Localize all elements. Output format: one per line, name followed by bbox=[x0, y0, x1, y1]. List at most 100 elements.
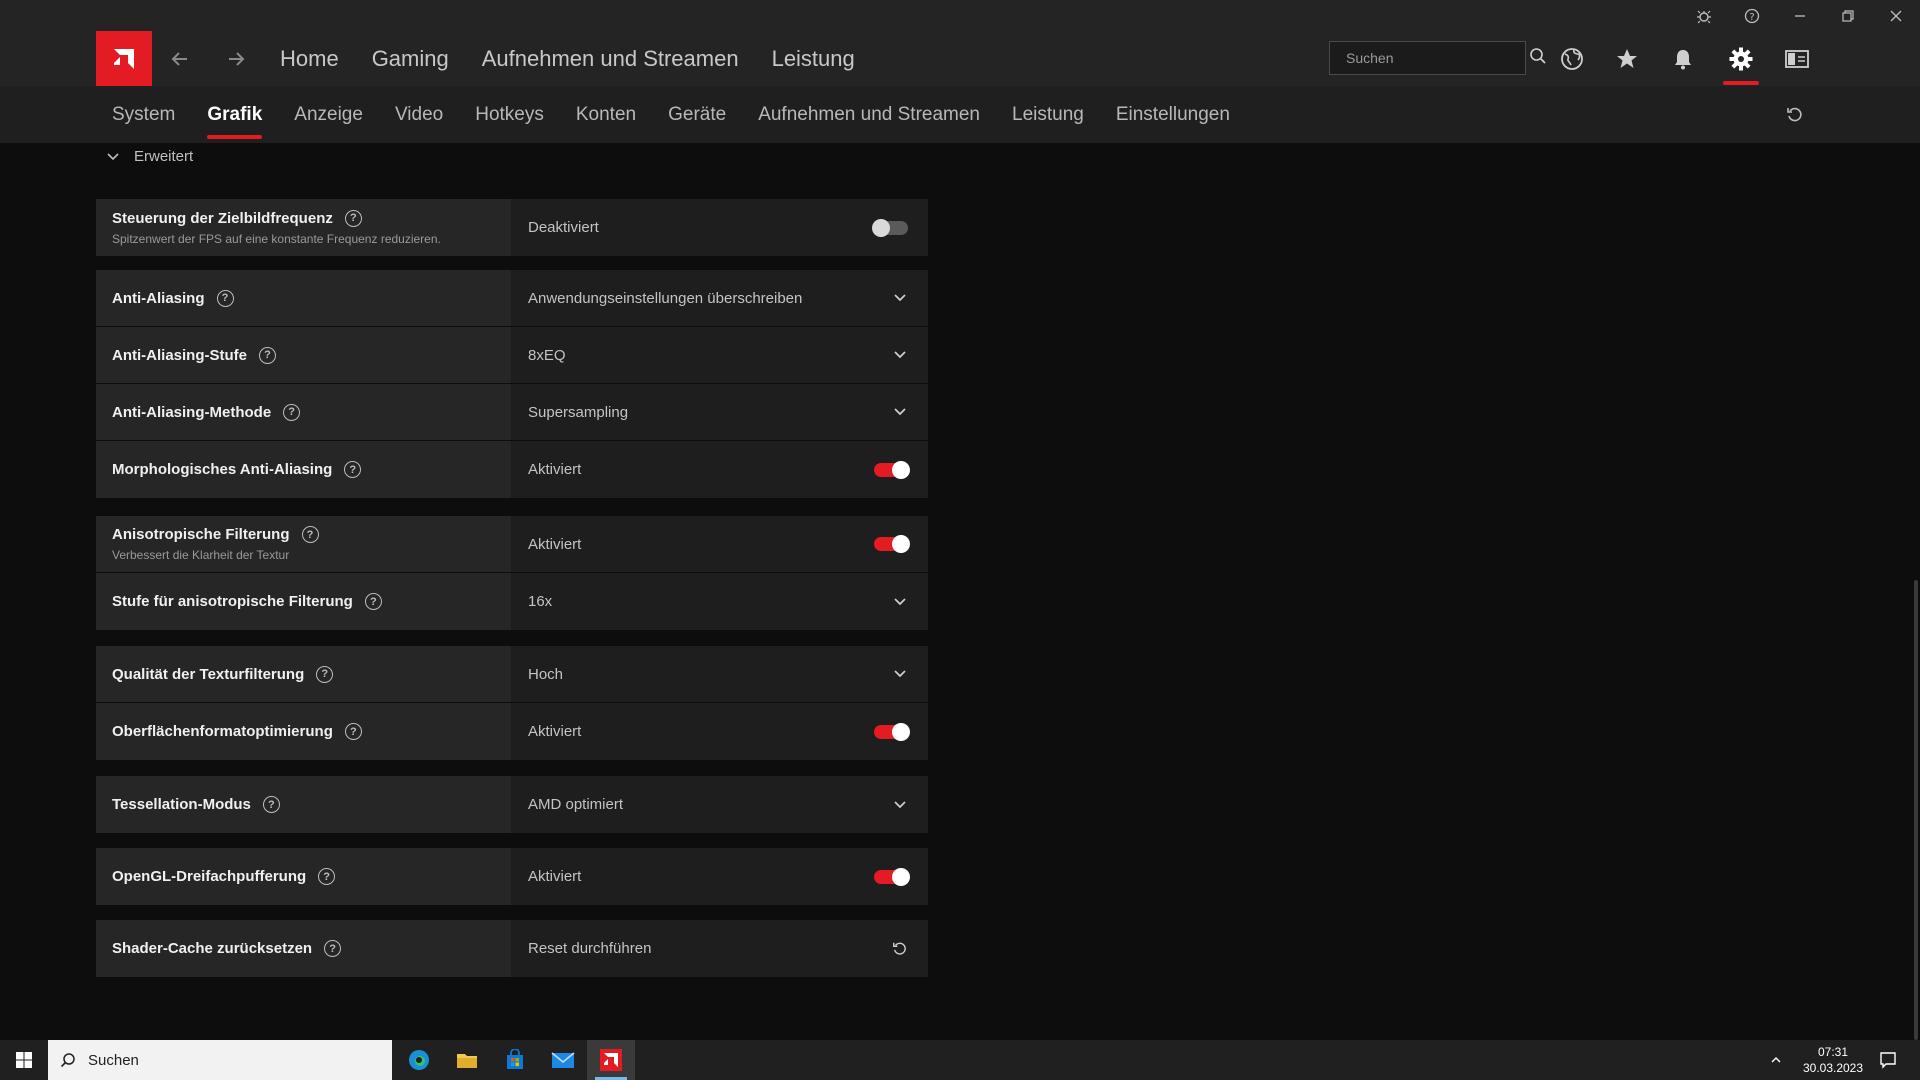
dropdown[interactable]: Supersampling bbox=[512, 384, 928, 440]
setting-row-zielbildfrequenz: Steuerung der Zielbildfrequenz ? Spitzen… bbox=[96, 199, 928, 256]
amd-software-taskbar-icon[interactable] bbox=[587, 1040, 635, 1080]
edge-browser-icon[interactable] bbox=[395, 1040, 443, 1080]
settings-group: OpenGL-Dreifachpufferung ? Aktiviert bbox=[96, 848, 928, 905]
dropdown[interactable]: 8xEQ bbox=[512, 327, 928, 383]
file-explorer-icon[interactable] bbox=[443, 1040, 491, 1080]
help-icon[interactable]: ? bbox=[216, 289, 234, 307]
help-icon[interactable]: ? bbox=[259, 346, 276, 364]
clock[interactable]: 07:31 30.03.2023 bbox=[1790, 1044, 1876, 1076]
tab-grafik[interactable]: Grafik bbox=[207, 104, 262, 139]
help-icon[interactable]: ? bbox=[344, 209, 362, 227]
tab-aufnehmen-streamen[interactable]: Aufnehmen und Streamen bbox=[758, 104, 980, 126]
amd-logo-icon[interactable] bbox=[96, 31, 152, 86]
forward-arrow-icon[interactable] bbox=[222, 45, 250, 73]
setting-row-opengl-triple-buffering: OpenGL-Dreifachpufferung ? Aktiviert bbox=[96, 848, 928, 905]
setting-row-morphologisches-aa: Morphologisches Anti-Aliasing ? Aktivier… bbox=[96, 441, 928, 498]
setting-row-oberflaechenformat: Oberflächenformatoptimierung ? Aktiviert bbox=[96, 703, 928, 760]
setting-value: Hoch bbox=[528, 665, 564, 683]
favorites-star-icon[interactable] bbox=[1610, 42, 1644, 76]
search-icon[interactable] bbox=[1529, 47, 1547, 70]
reset-icon[interactable] bbox=[892, 941, 908, 957]
settings-group: Qualität der Texturfilterung ? Hoch Ober… bbox=[96, 646, 928, 760]
setting-label: OpenGL-Dreifachpufferung bbox=[112, 868, 307, 885]
settings-group: Steuerung der Zielbildfrequenz ? Spitzen… bbox=[96, 199, 928, 256]
taskbar-search[interactable]: Suchen bbox=[48, 1040, 392, 1080]
chevron-down-icon[interactable] bbox=[892, 347, 908, 363]
minimize-icon[interactable] bbox=[1776, 0, 1824, 31]
search-box[interactable] bbox=[1329, 41, 1546, 75]
microsoft-store-icon[interactable] bbox=[491, 1040, 539, 1080]
chevron-down-icon[interactable] bbox=[892, 404, 908, 420]
restore-icon[interactable] bbox=[1824, 0, 1872, 31]
windows-taskbar: Suchen 07:31 30.03.2023 bbox=[0, 1040, 1920, 1080]
dropdown[interactable]: Anwendungseinstellungen überschreiben bbox=[512, 270, 928, 326]
nav-gaming[interactable]: Gaming bbox=[372, 46, 449, 72]
help-icon[interactable]: ? bbox=[283, 403, 301, 421]
toggle-switch[interactable] bbox=[874, 722, 910, 741]
setting-label: Anisotropische Filterung bbox=[112, 526, 290, 543]
tab-einstellungen[interactable]: Einstellungen bbox=[1116, 104, 1230, 126]
chevron-down-icon[interactable] bbox=[892, 290, 908, 306]
settings-group: Anti-Aliasing ? Anwendungseinstellungen … bbox=[96, 270, 928, 498]
chevron-down-icon[interactable] bbox=[892, 594, 908, 610]
back-arrow-icon[interactable] bbox=[166, 45, 194, 73]
reset-icon[interactable] bbox=[1782, 102, 1808, 128]
main-nav: Home Gaming Aufnehmen und Streamen Leist… bbox=[280, 31, 855, 86]
mail-icon[interactable] bbox=[539, 1040, 587, 1080]
chevron-down-icon[interactable] bbox=[892, 797, 908, 813]
setting-row-tessellation: Tessellation-Modus ? AMD optimiert bbox=[96, 776, 928, 833]
help-icon[interactable]: ? bbox=[364, 593, 382, 610]
action-center-icon[interactable] bbox=[1868, 1040, 1908, 1080]
setting-label: Tessellation-Modus bbox=[112, 796, 251, 813]
setting-value: 8xEQ bbox=[528, 346, 566, 364]
nav-record-stream[interactable]: Aufnehmen und Streamen bbox=[482, 46, 739, 72]
settings-tabs: System Grafik Anzeige Video Hotkeys Kont… bbox=[0, 86, 1920, 143]
toggle-switch[interactable] bbox=[874, 460, 910, 479]
help-icon[interactable]: ? bbox=[324, 940, 342, 957]
setting-value: AMD optimiert bbox=[528, 796, 624, 813]
setting-value: Aktiviert bbox=[528, 461, 582, 478]
dropdown[interactable]: 16x bbox=[512, 573, 928, 630]
tab-leistung[interactable]: Leistung bbox=[1012, 104, 1084, 126]
help-icon[interactable]: ? bbox=[1728, 0, 1776, 31]
globe-icon[interactable] bbox=[1555, 42, 1589, 76]
setting-label: Anti-Aliasing bbox=[112, 289, 205, 307]
help-icon[interactable]: ? bbox=[344, 461, 362, 478]
nav-performance[interactable]: Leistung bbox=[772, 46, 855, 72]
toggle-switch[interactable] bbox=[874, 867, 910, 886]
section-erweitert[interactable]: Erweitert bbox=[106, 148, 193, 165]
setting-row-anti-aliasing: Anti-Aliasing ? Anwendungseinstellungen … bbox=[96, 270, 928, 327]
help-icon[interactable]: ? bbox=[344, 723, 362, 740]
tab-video[interactable]: Video bbox=[395, 104, 443, 126]
dropdown[interactable]: AMD optimiert bbox=[512, 776, 928, 833]
tab-anzeige[interactable]: Anzeige bbox=[294, 104, 363, 126]
tab-hotkeys[interactable]: Hotkeys bbox=[475, 104, 544, 126]
nav-home[interactable]: Home bbox=[280, 46, 339, 72]
close-icon[interactable] bbox=[1872, 0, 1920, 31]
tab-system[interactable]: System bbox=[112, 104, 175, 126]
sidebar-panel-icon[interactable] bbox=[1780, 42, 1814, 76]
help-icon[interactable]: ? bbox=[318, 868, 336, 885]
toggle-switch[interactable] bbox=[872, 218, 908, 237]
notifications-bell-icon[interactable] bbox=[1666, 42, 1700, 76]
window-titlebar: ? bbox=[0, 0, 1920, 31]
tab-konten[interactable]: Konten bbox=[576, 104, 636, 126]
dropdown[interactable]: Hoch bbox=[512, 646, 928, 702]
help-icon[interactable]: ? bbox=[316, 665, 334, 683]
toggle-switch[interactable] bbox=[874, 535, 910, 553]
help-icon[interactable]: ? bbox=[262, 796, 280, 813]
setting-label: Anti-Aliasing-Methode bbox=[112, 403, 272, 421]
setting-row-anti-aliasing-stufe: Anti-Aliasing-Stufe ? 8xEQ bbox=[96, 327, 928, 384]
settings-gear-icon[interactable] bbox=[1724, 42, 1758, 76]
windows-start-icon[interactable] bbox=[0, 1040, 48, 1080]
chevron-up-icon[interactable] bbox=[1764, 1040, 1788, 1080]
scrollbar[interactable] bbox=[1914, 580, 1918, 1040]
chevron-down-icon[interactable] bbox=[892, 666, 908, 682]
search-input[interactable] bbox=[1344, 49, 1529, 67]
tab-geraete[interactable]: Geräte bbox=[668, 104, 726, 126]
setting-value: Reset durchführen bbox=[528, 940, 652, 957]
setting-row-anisotropische-filterung: Anisotropische Filterung ? Verbessert di… bbox=[96, 516, 928, 573]
reset-shader-cache-button[interactable]: Reset durchführen bbox=[512, 920, 928, 977]
bug-report-icon[interactable] bbox=[1680, 0, 1728, 31]
help-icon[interactable]: ? bbox=[301, 526, 319, 543]
